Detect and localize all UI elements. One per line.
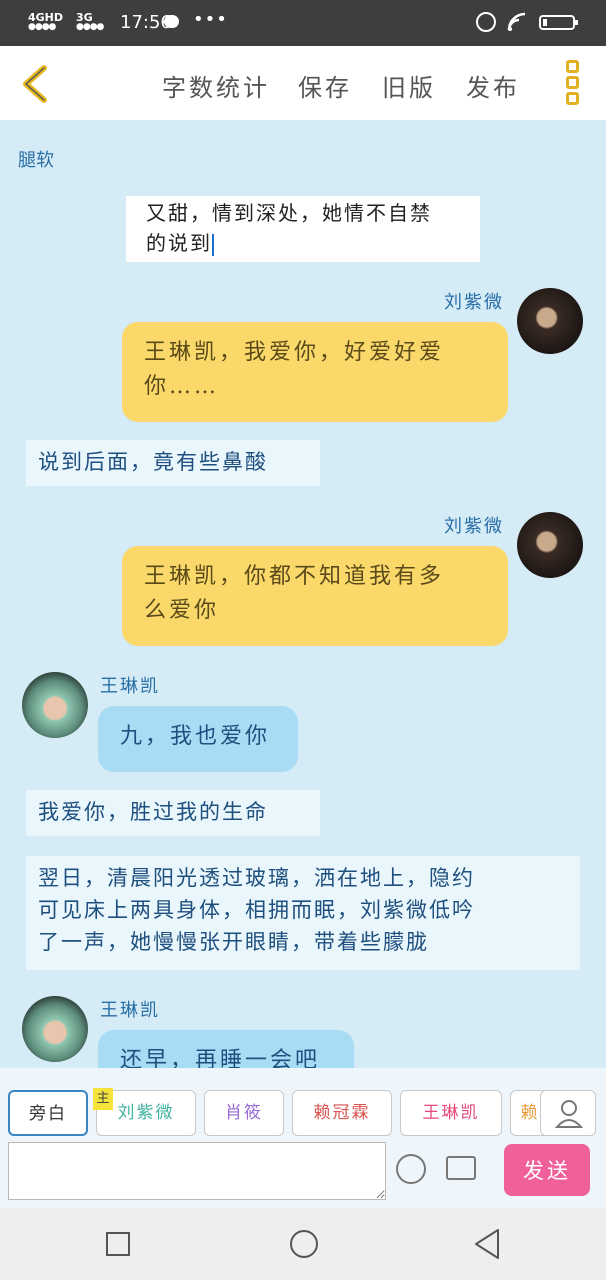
message-bubble[interactable]: 九，我也爱你 [98, 706, 298, 772]
old-version-button[interactable]: 旧版 [382, 68, 436, 103]
alarm-icon [476, 12, 496, 32]
image-icon[interactable] [446, 1156, 476, 1180]
narration-block[interactable]: 我爱你，胜过我的生命 [26, 790, 320, 836]
character-chip[interactable]: 赖冠霖 [292, 1090, 392, 1136]
message-text: 九，我也爱你 [120, 724, 271, 749]
message-text: 王琳凯，我爱你，好爱好爱 [144, 340, 445, 365]
avatar[interactable] [22, 672, 88, 738]
publish-button[interactable]: 发布 [466, 68, 520, 103]
speaker-name: 刘紫微 [444, 292, 504, 313]
message-input[interactable] [8, 1142, 386, 1200]
recent-apps-icon[interactable] [106, 1232, 130, 1256]
character-chip-narrator[interactable]: 旁白 [8, 1090, 88, 1136]
narration-block[interactable]: 翌日，清晨阳光透过玻璃，洒在地上，隐约 可见床上两具身体，相拥而眠，刘紫微低吟 … [26, 856, 580, 970]
message-text: 你…… [144, 374, 220, 399]
message-bubble[interactable]: 还早，再睡一会吧 [98, 1030, 354, 1068]
home-icon[interactable] [290, 1230, 318, 1258]
narration-text: 翌日，清晨阳光透过玻璃，洒在地上，隐约 [38, 866, 475, 890]
send-button[interactable]: 发送 [504, 1144, 590, 1196]
menu-dot [565, 92, 579, 105]
speaker-name: 刘紫微 [444, 516, 504, 537]
menu-dot [565, 60, 579, 73]
narration-text: 说到后面，竟有些鼻酸 [38, 450, 268, 474]
notification-chat-icon [164, 15, 179, 28]
narration-text: 可见床上两具身体，相拥而眠，刘紫微低吟 [38, 898, 475, 922]
status-bar: 4GHD ●●●● 3G ●●●● 17:56 ••• [0, 0, 606, 46]
editor-toolbar: 字数统计 保存 旧版 发布 [0, 46, 606, 120]
more-notifications-icon: ••• [193, 9, 228, 30]
text-caret [212, 233, 214, 256]
avatar[interactable] [517, 512, 583, 578]
speaker-name: 王琳凯 [100, 676, 160, 697]
narration-text: 我爱你，胜过我的生命 [38, 800, 268, 824]
chat-area[interactable]: 腿软 又甜，情到深处，她情不自禁 的说到 刘紫微 王琳凯，我爱你，好爱好爱 你…… [0, 120, 606, 1068]
character-selector: 旁白 刘紫微 主 肖筱 赖冠霖 王琳凯 赖 [0, 1068, 606, 1142]
word-count-button[interactable]: 字数统计 [162, 68, 270, 103]
message-input-row: 发送 [0, 1142, 606, 1208]
signal-dots-icon: ●●●● [28, 22, 56, 32]
add-character-button[interactable] [540, 1090, 596, 1136]
battery-fill [543, 19, 547, 26]
message-text: 王琳凯，你都不知道我有多 [144, 564, 445, 589]
avatar[interactable] [517, 288, 583, 354]
menu-dot [565, 76, 579, 89]
character-chip[interactable]: 王琳凯 [400, 1090, 502, 1136]
back-arrow-icon[interactable] [18, 64, 52, 104]
message-bubble[interactable]: 王琳凯，我爱你，好爱好爱 你…… [122, 322, 508, 422]
chapter-title[interactable]: 腿软 [18, 146, 54, 172]
battery-icon [539, 15, 578, 30]
main-character-tag: 主 [93, 1088, 113, 1110]
narration-block[interactable]: 说到后面，竟有些鼻酸 [26, 440, 320, 486]
more-menu-icon[interactable] [560, 58, 584, 108]
message-bubble[interactable]: 王琳凯，你都不知道我有多 么爱你 [122, 546, 508, 646]
speaker-name: 王琳凯 [100, 1000, 160, 1021]
character-chip[interactable]: 肖筱 [204, 1090, 284, 1136]
message-text: 么爱你 [144, 598, 220, 623]
editing-text-box[interactable]: 又甜，情到深处，她情不自禁 的说到 [126, 196, 480, 262]
editing-text-line: 又甜，情到深处，她情不自禁 [146, 201, 432, 225]
narration-text: 了一声，她慢慢张开眼睛，带着些朦胧 [38, 930, 429, 954]
message-text: 还早，再睡一会吧 [120, 1048, 321, 1068]
avatar[interactable] [22, 996, 88, 1062]
person-icon [554, 1100, 584, 1128]
signal-dots-icon: ●●●● [76, 22, 104, 32]
emoji-icon[interactable] [396, 1154, 426, 1184]
wifi-icon [507, 12, 526, 31]
editing-text-line: 的说到 [146, 231, 212, 255]
nav-back-icon[interactable] [472, 1228, 502, 1260]
system-nav-bar [0, 1208, 606, 1280]
save-button[interactable]: 保存 [298, 68, 352, 103]
